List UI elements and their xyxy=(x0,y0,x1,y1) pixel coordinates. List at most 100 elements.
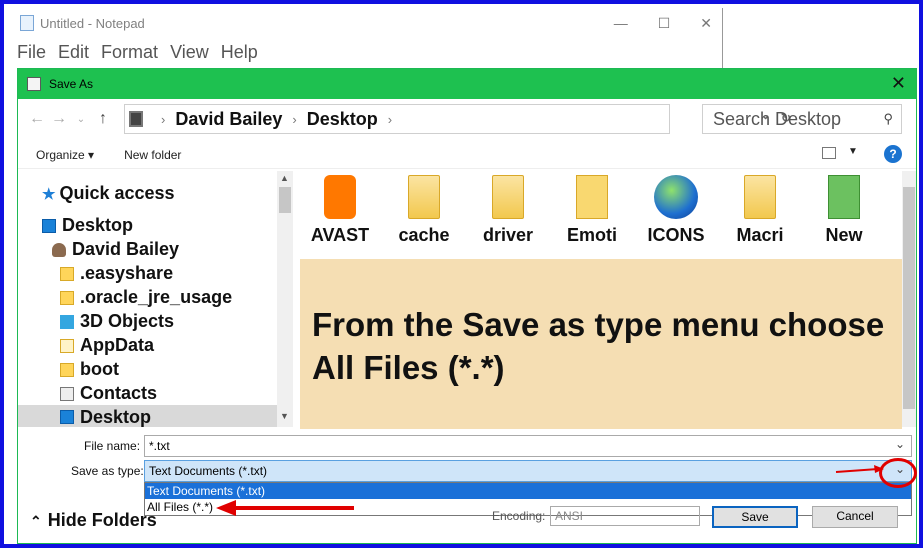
file-item-driver[interactable]: driver xyxy=(466,171,550,261)
content-scrollbar[interactable] xyxy=(902,171,916,427)
nav-label: .easyshare xyxy=(80,263,174,283)
file-item-macri[interactable]: Macri xyxy=(718,171,802,261)
nav-appdata[interactable]: AppData xyxy=(60,335,154,356)
hide-folders-button[interactable]: ⌃ Hide Folders xyxy=(30,510,157,531)
organize-button[interactable]: Organize ▾ xyxy=(36,148,94,162)
notepad-title: Untitled - Notepad xyxy=(40,15,145,31)
menu-format[interactable]: Format xyxy=(101,42,158,66)
chevron-up-icon: ⌃ xyxy=(30,513,42,529)
menu-help[interactable]: Help xyxy=(221,42,258,66)
nav-contacts[interactable]: Contacts xyxy=(60,383,157,404)
instruction-callout: From the Save as type menu choose All Fi… xyxy=(300,259,902,429)
nav-label: Desktop xyxy=(80,406,152,427)
file-item-avast[interactable]: AVAST xyxy=(298,171,382,261)
chevron-right-icon: › xyxy=(292,111,297,127)
folder-icon xyxy=(60,362,74,377)
nav-quick-access[interactable]: ★ Quick access xyxy=(42,183,175,204)
scroll-up-icon[interactable]: ▲ xyxy=(280,173,289,183)
chevron-down-icon[interactable]: ⌄ xyxy=(895,437,905,451)
file-label: driver xyxy=(482,225,534,245)
view-icon[interactable] xyxy=(822,147,836,159)
chevron-down-icon[interactable]: ▼ xyxy=(848,146,858,157)
cancel-button[interactable]: Cancel xyxy=(812,506,898,528)
encoding-label: Encoding: xyxy=(492,509,546,523)
nav-desktop-selected[interactable]: Desktop xyxy=(18,405,277,427)
nav-oracle-jre-usage[interactable]: .oracle_jre_usage xyxy=(60,287,232,308)
search-icon: ⚲ xyxy=(883,111,893,126)
save-as-type-value: Text Documents (*.txt) xyxy=(149,464,268,478)
maximize-button[interactable]: ☐ xyxy=(658,15,671,32)
nav-label: Quick access xyxy=(59,183,175,203)
contacts-icon xyxy=(60,386,74,401)
file-name-field[interactable]: *.txt ⌄ xyxy=(144,435,912,457)
breadcrumb-desktop[interactable]: Desktop xyxy=(307,109,378,130)
navigation-pane: ★ Quick access Desktop David Bailey .eas… xyxy=(18,171,292,427)
nav-label: Contacts xyxy=(80,383,158,403)
dialog-titlebar: Save As xyxy=(18,69,916,99)
notepad-menubar: File Edit Format View Help xyxy=(8,42,722,66)
encoding-value: ANSI xyxy=(555,509,584,523)
search-placeholder: Search Desktop xyxy=(713,108,842,129)
folder-icon xyxy=(60,266,74,281)
user-icon xyxy=(52,242,66,257)
globe-icon xyxy=(654,175,698,219)
recent-locations-icon[interactable]: ⌄ xyxy=(70,114,92,125)
nav-label: AppData xyxy=(80,335,155,355)
file-item-cache[interactable]: cache xyxy=(382,171,466,261)
file-label: cache xyxy=(398,225,450,245)
option-text-documents[interactable]: Text Documents (*.txt) xyxy=(145,483,911,499)
search-input[interactable]: Search Desktop ⚲ xyxy=(702,104,902,134)
hide-folders-label: Hide Folders xyxy=(47,510,157,530)
encoding-select[interactable]: ANSI xyxy=(550,506,700,526)
nav-david-bailey[interactable]: David Bailey xyxy=(52,239,179,260)
close-button[interactable]: ✕ xyxy=(700,15,712,32)
address-bar[interactable]: › David Bailey › Desktop › ⌄ ↻ xyxy=(124,104,791,134)
green-folder-icon xyxy=(828,175,860,219)
menu-file[interactable]: File xyxy=(17,42,46,66)
save-button[interactable]: Save xyxy=(712,506,798,528)
forward-icon[interactable]: → xyxy=(48,110,70,128)
minimize-button[interactable]: — xyxy=(614,15,628,31)
back-icon[interactable]: ← xyxy=(26,110,48,128)
dialog-icon xyxy=(27,77,41,91)
notepad-edge xyxy=(722,8,723,68)
file-item-emoti[interactable]: Emoti xyxy=(550,171,634,261)
new-folder-button[interactable]: New folder xyxy=(124,148,181,162)
desktop-icon xyxy=(60,410,74,424)
screenshot-frame: Untitled - Notepad — ☐ ✕ File Edit Forma… xyxy=(0,0,923,548)
nav-scrollbar[interactable]: ▲ ▼ xyxy=(277,171,293,427)
file-grid: AVAST cache driver Emoti ICONS Macri New xyxy=(298,171,902,261)
nav-label: Desktop xyxy=(62,215,134,235)
file-item-icons[interactable]: ICONS xyxy=(634,171,718,261)
notepad-window-controls: — ☐ ✕ xyxy=(614,8,712,38)
menu-edit[interactable]: Edit xyxy=(58,42,89,66)
cube-icon xyxy=(60,314,74,329)
up-icon[interactable]: ↑ xyxy=(92,110,114,128)
close-icon[interactable]: ✕ xyxy=(891,73,906,94)
chevron-right-icon[interactable]: › xyxy=(388,112,392,127)
folder-icon xyxy=(744,175,776,219)
annotation-circle xyxy=(879,458,917,488)
file-item-new[interactable]: New xyxy=(802,171,886,261)
nav-label: boot xyxy=(80,359,119,379)
menu-view[interactable]: View xyxy=(170,42,209,66)
breadcrumb-david-bailey[interactable]: David Bailey xyxy=(175,109,282,130)
location-icon xyxy=(129,111,143,127)
help-icon[interactable]: ? xyxy=(884,145,902,163)
nav-boot[interactable]: boot xyxy=(60,359,119,380)
dialog-title: Save As xyxy=(49,77,94,91)
scroll-thumb[interactable] xyxy=(903,187,915,409)
address-row: ← → ⌄ ↑ › David Bailey › Desktop › ⌄ ↻ S… xyxy=(18,102,916,136)
avast-icon xyxy=(324,175,356,219)
file-label: ICONS xyxy=(647,225,705,245)
file-label: Macri xyxy=(736,225,784,245)
nav-easyshare[interactable]: .easyshare xyxy=(60,263,173,284)
chevron-right-icon: › xyxy=(161,111,166,127)
nav-desktop[interactable]: Desktop xyxy=(42,215,133,236)
nav-label: 3D Objects xyxy=(80,311,175,331)
scroll-thumb[interactable] xyxy=(279,187,291,213)
save-as-type-select[interactable]: Text Documents (*.txt) ⌄ xyxy=(144,460,912,482)
scroll-down-icon[interactable]: ▼ xyxy=(280,411,289,421)
nav-3d-objects[interactable]: 3D Objects xyxy=(60,311,174,332)
save-as-dialog: Save As ✕ ← → ⌄ ↑ › David Bailey › Deskt… xyxy=(17,68,917,544)
